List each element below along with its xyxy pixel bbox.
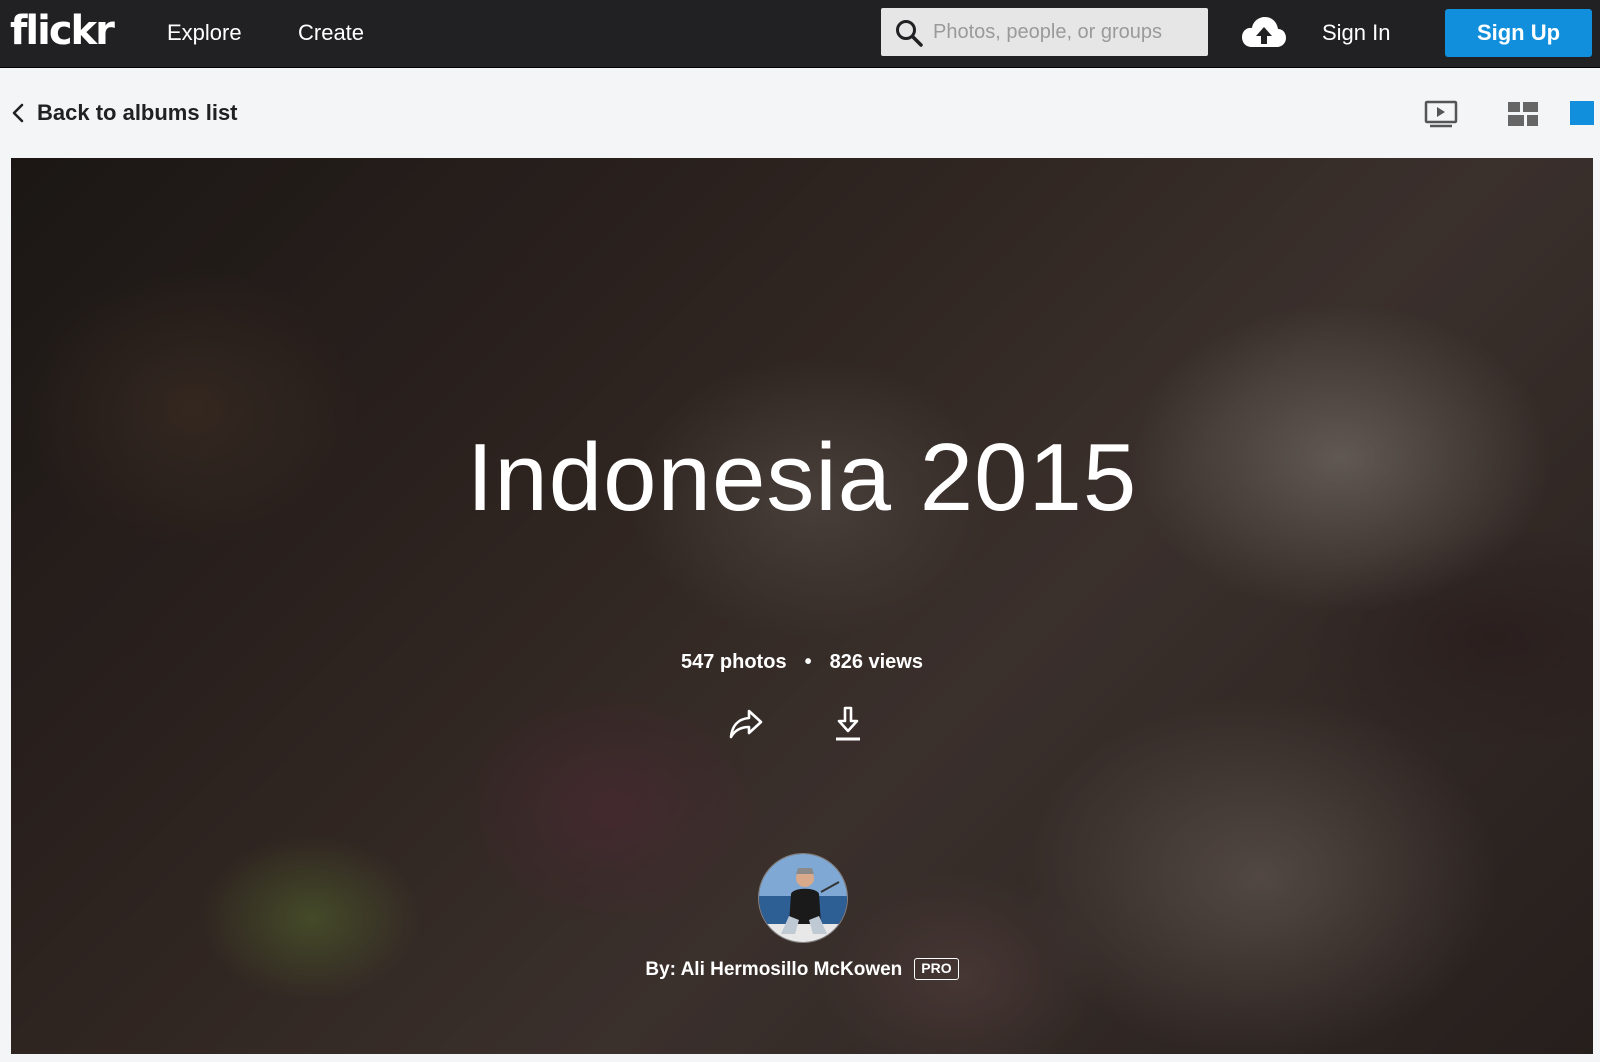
avatar-image — [759, 854, 847, 942]
owner-avatar[interactable] — [758, 853, 848, 943]
view-count: 826 views — [829, 651, 923, 673]
slideshow-icon[interactable] — [1424, 99, 1458, 129]
back-link-label: Back to albums list — [37, 100, 238, 125]
flickr-logo[interactable]: flickr — [10, 7, 115, 55]
sign-up-button[interactable]: Sign Up — [1445, 9, 1592, 57]
nav-create-link[interactable]: Create — [298, 18, 364, 48]
album-owner: By: Ali Hermosillo McKowen PRO — [11, 956, 1593, 984]
pro-badge: PRO — [914, 958, 959, 980]
stats-separator: • — [804, 651, 812, 673]
search-input[interactable] — [933, 8, 1201, 56]
album-stats: 547 photos • 826 views — [11, 648, 1593, 676]
single-view-icon[interactable] — [1570, 101, 1594, 125]
album-actions — [729, 706, 869, 746]
photo-count: 547 photos — [680, 651, 787, 673]
album-subbar: Back to albums list — [0, 69, 1600, 158]
grid-icon[interactable] — [1506, 99, 1540, 129]
search-icon[interactable] — [895, 19, 923, 47]
album-cover-hero: Indonesia 2015 547 photos • 826 views By: … — [11, 158, 1593, 1054]
album-title: Indonesia 2015 — [466, 424, 1138, 531]
chevron-left-icon — [12, 103, 24, 123]
owner-name[interactable]: By: Ali Hermosillo McKowen — [645, 959, 902, 980]
top-navigation: flickr Explore Create Sign In Sign Up — [0, 0, 1600, 68]
search-box[interactable] — [881, 8, 1208, 56]
cloud-upload-icon[interactable] — [1240, 13, 1288, 53]
share-icon[interactable] — [729, 708, 763, 740]
nav-explore-link[interactable]: Explore — [167, 18, 242, 48]
download-icon[interactable] — [834, 706, 862, 742]
sign-in-link[interactable]: Sign In — [1322, 18, 1391, 48]
